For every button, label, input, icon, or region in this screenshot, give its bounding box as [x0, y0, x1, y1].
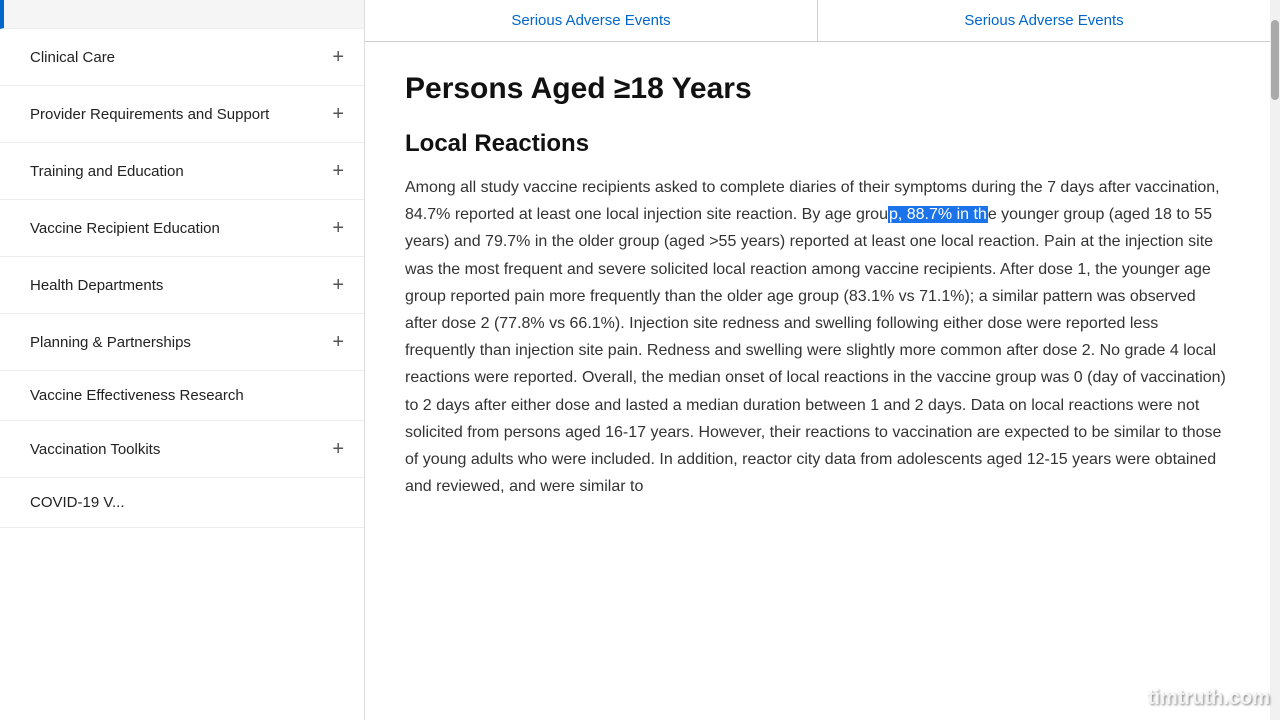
scrollbar[interactable]: [1270, 0, 1280, 720]
body-paragraph: Among all study vaccine recipients asked…: [405, 174, 1230, 500]
sidebar-item-health-departments[interactable]: Health Departments +: [0, 257, 364, 314]
tab-serious-adverse-1[interactable]: Serious Adverse Events: [365, 0, 818, 41]
sidebar-item-vaccination-toolkits[interactable]: Vaccination Toolkits +: [0, 421, 364, 478]
text-after-highlight: e younger group (aged 18 to 55 years) an…: [405, 206, 1226, 495]
content-wrapper: Serious Adverse Events Serious Adverse E…: [365, 0, 1270, 720]
sidebar: Clinical Care + Provider Requirements an…: [0, 0, 365, 720]
sidebar-item-clinical-care[interactable]: Clinical Care +: [0, 29, 364, 86]
expand-icon-toolkits[interactable]: +: [332, 435, 344, 463]
sidebar-item-active-top: [0, 0, 364, 29]
tab-serious-adverse-2[interactable]: Serious Adverse Events: [818, 0, 1270, 41]
page-title: Persons Aged ≥18 Years: [405, 72, 1230, 106]
expand-icon-health-depts[interactable]: +: [332, 271, 344, 299]
expand-icon-training[interactable]: +: [332, 157, 344, 185]
tabs-bar: Serious Adverse Events Serious Adverse E…: [365, 0, 1270, 42]
local-reactions-heading: Local Reactions: [405, 130, 1230, 158]
sidebar-item-provider-requirements[interactable]: Provider Requirements and Support +: [0, 86, 364, 143]
expand-icon-vaccine-recipient[interactable]: +: [332, 214, 344, 242]
sidebar-item-training-education[interactable]: Training and Education +: [0, 143, 364, 200]
scroll-thumb[interactable]: [1271, 20, 1279, 100]
sidebar-item-vaccine-recipient[interactable]: Vaccine Recipient Education +: [0, 200, 364, 257]
expand-icon-provider[interactable]: +: [332, 100, 344, 128]
expand-icon-planning[interactable]: +: [332, 328, 344, 356]
main-content[interactable]: Persons Aged ≥18 Years Local Reactions A…: [365, 42, 1270, 720]
highlighted-text: p, 88.7% in th: [888, 206, 988, 223]
expand-icon-clinical-care[interactable]: +: [332, 43, 344, 71]
sidebar-item-vaccine-effectiveness[interactable]: Vaccine Effectiveness Research: [0, 371, 364, 421]
sidebar-item-covid-more[interactable]: COVID-19 V...: [0, 478, 364, 528]
sidebar-item-planning-partnerships[interactable]: Planning & Partnerships +: [0, 314, 364, 371]
